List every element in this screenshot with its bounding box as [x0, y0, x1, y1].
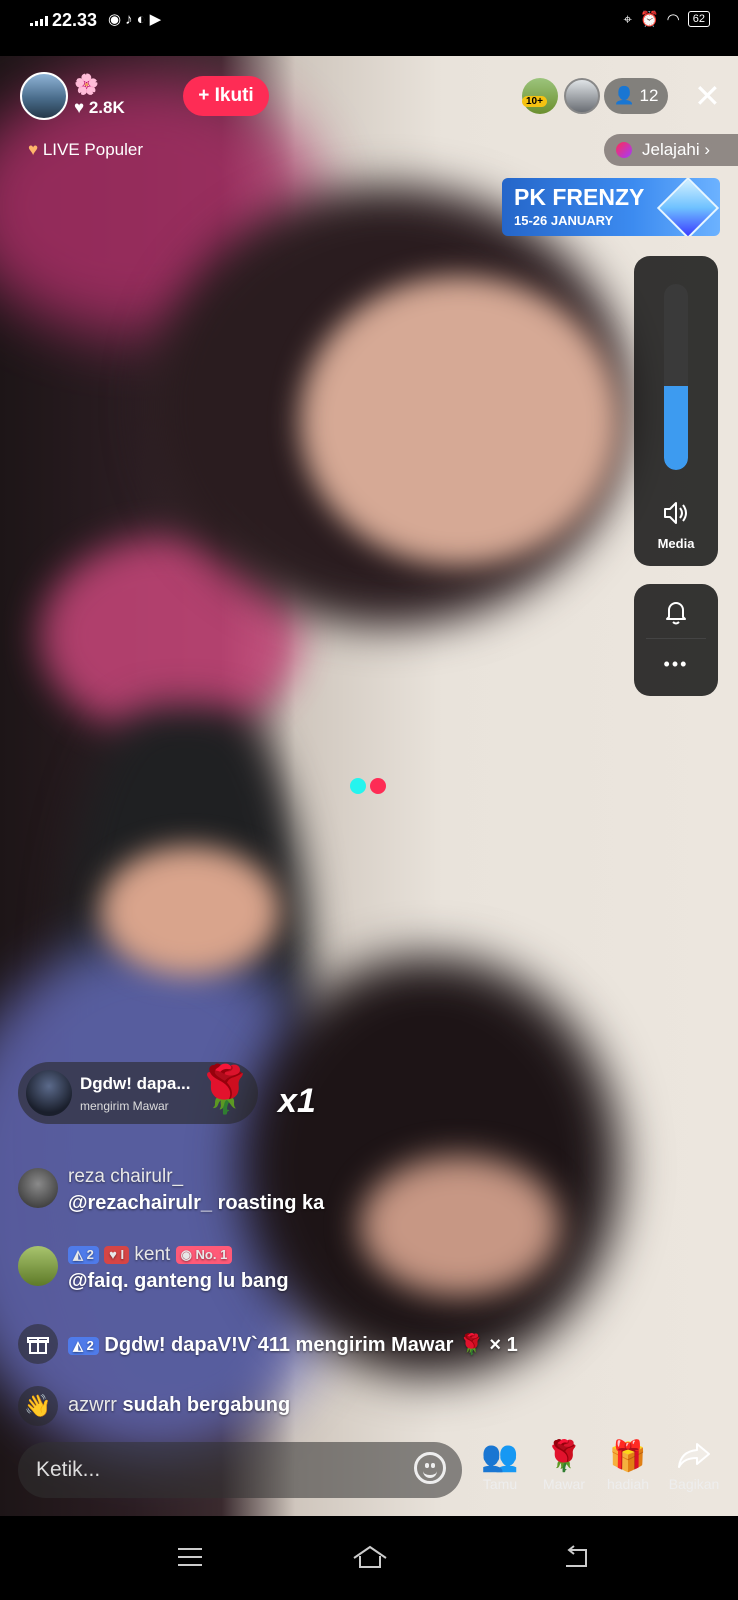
live-popular-badge[interactable]: ♥ LIVE Populer [28, 140, 143, 160]
comment-placeholder: Ketik... [36, 1458, 101, 1481]
flower-icon: 🌸 [74, 74, 99, 96]
rose-icon: 🌹 [545, 1440, 583, 1473]
gift-icon: 🎁 [609, 1440, 647, 1473]
chat-username[interactable]: reza chairulr_ [68, 1166, 183, 1188]
rose-button[interactable]: 🌹 Mawar [528, 1440, 600, 1492]
comment-input[interactable]: Ketik... [18, 1442, 462, 1498]
heart-icon: ♥ [74, 98, 85, 117]
share-button[interactable]: Bagikan [658, 1440, 730, 1492]
gift-action: mengirim Mawar [80, 1099, 169, 1113]
signal-icon [30, 16, 48, 26]
avatar [18, 1168, 58, 1208]
avatar [18, 1246, 58, 1286]
chat-user-row[interactable]: ◭ 2 ♥ I kent ◉ No. 1 [68, 1244, 233, 1266]
gift-icon [18, 1324, 58, 1364]
location-icon: ⌖ [623, 10, 632, 28]
follow-button[interactable]: + Ikuti [183, 76, 269, 116]
event-dates: 15-26 JANUARY [514, 213, 614, 228]
rose-icon: 🌹 [196, 1063, 254, 1115]
top-viewer-avatar[interactable] [564, 78, 600, 114]
viewer-count[interactable]: 👤 12 [604, 78, 668, 114]
level-badge: ◭ 2 [68, 1245, 99, 1264]
status-bar: 22.33 ◉♪◐▶ ⌖ ⏰ ◠ 62 [0, 0, 738, 56]
top-viewer-badge: 10+ [522, 96, 547, 107]
level-badge: ◭ 2 [68, 1336, 99, 1355]
join-event-text: azwrr sudah bergabung [68, 1394, 291, 1416]
speaker-icon[interactable] [662, 500, 690, 526]
gift-label: hadiah [606, 1476, 650, 1492]
event-title: PK FRENZY [514, 184, 645, 210]
explore-button[interactable]: Jelajahi › [604, 134, 738, 166]
gift-event-text: ◭ 2 Dgdw! dapaV!V`411 mengirim Mawar 🌹 ×… [68, 1332, 518, 1357]
gift-sender: Dgdw! dapa... [80, 1074, 191, 1093]
live-video[interactable] [0, 56, 738, 1516]
gift-button[interactable]: 🎁 hadiah [592, 1440, 664, 1492]
guest-label: Tamu [482, 1476, 518, 1492]
wifi-icon: ◠ [666, 11, 680, 28]
rose-icon: 🌹 [458, 1334, 484, 1356]
notification-icons: ◉♪◐▶ [108, 10, 165, 28]
host-avatar[interactable] [20, 72, 68, 120]
explore-icon [616, 142, 632, 158]
guest-button[interactable]: 👥 Tamu [464, 1440, 536, 1492]
volume-slider[interactable] [664, 284, 688, 470]
host-likes: ♥ 2.8K [74, 98, 125, 117]
clock: 22.33 [52, 10, 98, 30]
event-banner[interactable]: PK FRENZY 15-26 JANUARY [502, 178, 720, 236]
guests-icon: 👥 [481, 1440, 519, 1473]
wave-hand-icon: 👋 [18, 1386, 58, 1426]
app-icon: ◐ [136, 11, 150, 28]
tiktok-icon: ♪ [125, 11, 137, 28]
volume-fill [664, 386, 688, 470]
back-icon[interactable] [562, 1544, 590, 1570]
actions-panel: ••• [634, 584, 718, 696]
chat-text: @faiq. ganteng lu bang [68, 1270, 289, 1292]
chevron-right-icon: › [704, 140, 711, 159]
alarm-icon: ⏰ [639, 11, 659, 28]
share-label: Bagikan [668, 1476, 720, 1492]
sender-avatar [26, 1070, 72, 1116]
battery-indicator: 62 [687, 11, 710, 27]
heart-icon: ♥ [28, 140, 39, 159]
chat-text: @rezachairulr_ roasting ka [68, 1192, 325, 1214]
chat-username: kent [134, 1244, 171, 1265]
rank-badge: ◉ No. 1 [175, 1245, 233, 1264]
loading-dot-cyan [350, 778, 366, 794]
media-panel: Media [634, 256, 718, 566]
bell-icon[interactable] [662, 598, 690, 626]
home-icon[interactable] [352, 1544, 388, 1570]
person-icon: 👤 [613, 86, 635, 105]
media-label: Media [657, 536, 695, 551]
rose-label: Mawar [542, 1476, 585, 1492]
system-nav-bar [0, 1516, 738, 1600]
loading-dot-red [370, 778, 386, 794]
youtube-icon: ▶ [149, 11, 166, 28]
gift-count: x1 [278, 1082, 316, 1120]
share-icon [658, 1440, 730, 1474]
emoji-icon[interactable] [414, 1452, 446, 1484]
close-icon[interactable]: ✕ [694, 80, 721, 112]
fan-badge: ♥ I [104, 1245, 130, 1264]
gem-icon [656, 178, 720, 236]
more-icon[interactable]: ••• [634, 654, 718, 675]
whatsapp-icon: ◉ [108, 11, 126, 28]
menu-icon[interactable] [176, 1546, 204, 1568]
